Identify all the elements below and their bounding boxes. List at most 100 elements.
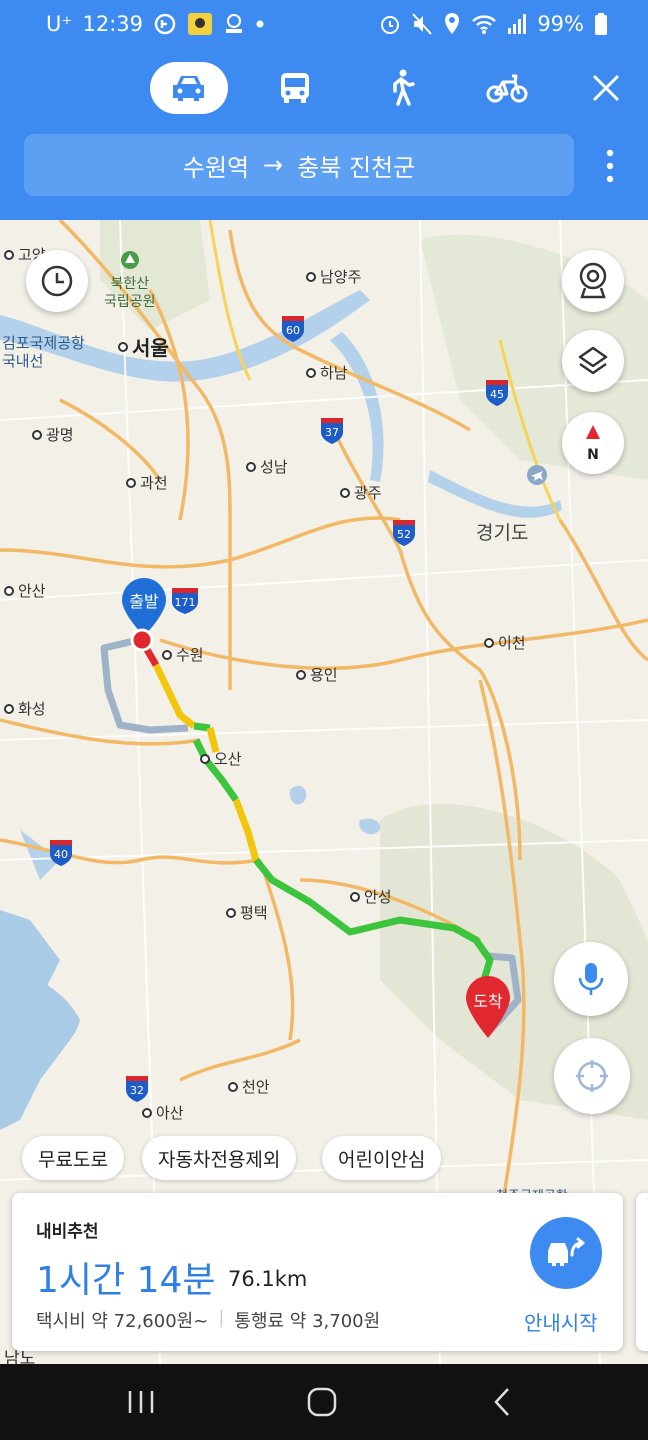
filter-free-road[interactable]: 무료도로: [22, 1136, 124, 1180]
battery-percent: 99%: [537, 12, 584, 36]
start-dot-icon: [130, 628, 154, 652]
shield-label-45: 45: [490, 388, 504, 401]
crosshair-icon: [576, 1060, 608, 1092]
compass-icon: N: [586, 425, 600, 463]
place-seoul[interactable]: 서울: [118, 332, 169, 361]
shield-label-37: 37: [325, 426, 339, 439]
origin-label: 수원역: [182, 153, 250, 182]
destination-label: 충북 진천군: [297, 153, 416, 182]
place-hanam[interactable]: 하남: [306, 362, 348, 383]
voice-search-button[interactable]: [554, 942, 628, 1016]
filter-exclude-expressway[interactable]: 자동차전용제외: [142, 1136, 297, 1180]
app-badge-icon: [226, 14, 242, 33]
place-yongin[interactable]: 용인: [296, 664, 338, 685]
kakao-notification-icon: [188, 13, 212, 35]
start-navigation-label[interactable]: 안내시작: [524, 1307, 598, 1336]
recent-apps-icon[interactable]: [126, 1388, 156, 1416]
place-anseong[interactable]: 안성: [350, 886, 392, 907]
place-cheonan[interactable]: 천안: [228, 1076, 270, 1097]
recent-history-button[interactable]: [26, 250, 88, 312]
clock: 12:39: [82, 12, 143, 36]
status-bar: U⁺ 12:39 99%: [0, 0, 648, 54]
close-button[interactable]: [586, 68, 626, 108]
shield-label-171: 171: [175, 596, 196, 609]
svg-text:N: N: [587, 447, 599, 463]
layers-icon: [578, 346, 608, 375]
cctv-icon: [579, 262, 607, 299]
dot-icon: [256, 20, 264, 28]
system-nav-bar: [0, 1364, 648, 1440]
route-arrow: →: [263, 151, 284, 179]
route-summary-field[interactable]: 수원역 → 충북 진천군: [24, 134, 574, 196]
filter-child-safe-label: 어린이안심: [338, 1148, 426, 1171]
park-icon: [120, 251, 139, 269]
signal-icon: [508, 14, 527, 34]
home-icon[interactable]: [306, 1386, 338, 1418]
filter-free-road-label: 무료도로: [38, 1148, 108, 1171]
carrier-label: U⁺: [46, 12, 73, 36]
mute-icon: [412, 13, 433, 35]
bus-icon: [281, 73, 309, 103]
place-ansan[interactable]: 안산: [4, 580, 46, 601]
place-namyangju[interactable]: 남양주: [306, 266, 361, 287]
compass-button[interactable]: N: [562, 412, 624, 474]
place-hwaseong[interactable]: 화성: [4, 698, 46, 719]
screen: U⁺ 12:39 99% 수원역 → 충북 진천군 60 37 45 52 17…: [0, 0, 648, 1440]
header: U⁺ 12:39 99% 수원역 → 충북 진천군: [0, 0, 648, 220]
gimpo-domestic-label: 국내선: [2, 352, 44, 370]
microphone-icon: [578, 963, 604, 995]
place-asan[interactable]: 아산: [142, 1102, 184, 1123]
place-gwangmyeong[interactable]: 광명: [32, 424, 74, 445]
tab-car[interactable]: [150, 62, 228, 114]
start-marker-label: 출발: [129, 592, 159, 611]
distance: 76.1km: [228, 1267, 308, 1291]
place-icheon[interactable]: 이천: [484, 632, 526, 653]
duration: 1시간 14분: [36, 1260, 216, 1301]
tab-walk[interactable]: [362, 62, 440, 114]
next-route-card[interactable]: [636, 1193, 648, 1351]
place-seongnam[interactable]: 성남: [246, 456, 288, 477]
place-bukhansan[interactable]: 북한산 국립공원: [104, 250, 156, 311]
place-suwon[interactable]: 수원: [162, 644, 204, 665]
place-pyeongtaek[interactable]: 평택: [226, 902, 268, 923]
region-gyeonggi: 경기도: [476, 522, 529, 544]
fee-info: 택시비 약 72,600원~ | 통행료 약 3,700원: [36, 1307, 380, 1333]
airport-marker: [526, 464, 548, 490]
filter-exclude-expressway-label: 자동차전용제외: [158, 1148, 281, 1171]
alarm-icon: [381, 16, 400, 34]
taxi-fare: 택시비 약 72,600원~: [36, 1311, 209, 1332]
current-location-button[interactable]: [554, 1038, 630, 1114]
tab-bus[interactable]: [256, 62, 334, 114]
more-vertical-icon: [606, 149, 614, 183]
gimpo-label: 김포국제공항: [2, 334, 85, 352]
car-icon: [173, 76, 204, 101]
walk-icon: [393, 69, 415, 106]
place-osan[interactable]: 오산: [200, 748, 242, 769]
more-menu-button[interactable]: [600, 148, 620, 184]
shield-label-40: 40: [54, 848, 68, 861]
shield-label-60: 60: [286, 324, 300, 337]
start-point: [130, 628, 154, 656]
transport-mode-tabs: [150, 62, 546, 114]
end-marker[interactable]: 도착: [464, 975, 512, 1039]
back-icon[interactable]: [490, 1386, 514, 1418]
clock-icon: [41, 265, 73, 297]
shield-label-32: 32: [130, 1084, 144, 1097]
bukhansan-label: 북한산: [110, 276, 150, 292]
tab-bike[interactable]: [468, 62, 546, 114]
layers-button[interactable]: [562, 330, 624, 392]
app-notification-icon: [154, 13, 176, 35]
start-navigation-button[interactable]: [530, 1217, 602, 1289]
park-label: 국립공원: [104, 294, 156, 310]
place-gimpo-airport[interactable]: 김포국제공항 국내선: [2, 334, 85, 370]
cctv-button[interactable]: [562, 250, 624, 312]
place-gwacheon[interactable]: 과천: [126, 472, 168, 493]
wifi-icon: [472, 15, 497, 34]
location-icon: [445, 13, 460, 34]
airport-icon: [527, 465, 547, 485]
recommendation-label: 내비추천: [36, 1222, 99, 1242]
route-summary-card[interactable]: 내비추천 1시간 14분 76.1km 택시비 약 72,600원~ | 통행료…: [12, 1193, 623, 1351]
close-icon: [592, 74, 620, 102]
place-gwangju[interactable]: 광주: [340, 482, 382, 503]
filter-child-safe[interactable]: 어린이안심: [322, 1136, 442, 1180]
